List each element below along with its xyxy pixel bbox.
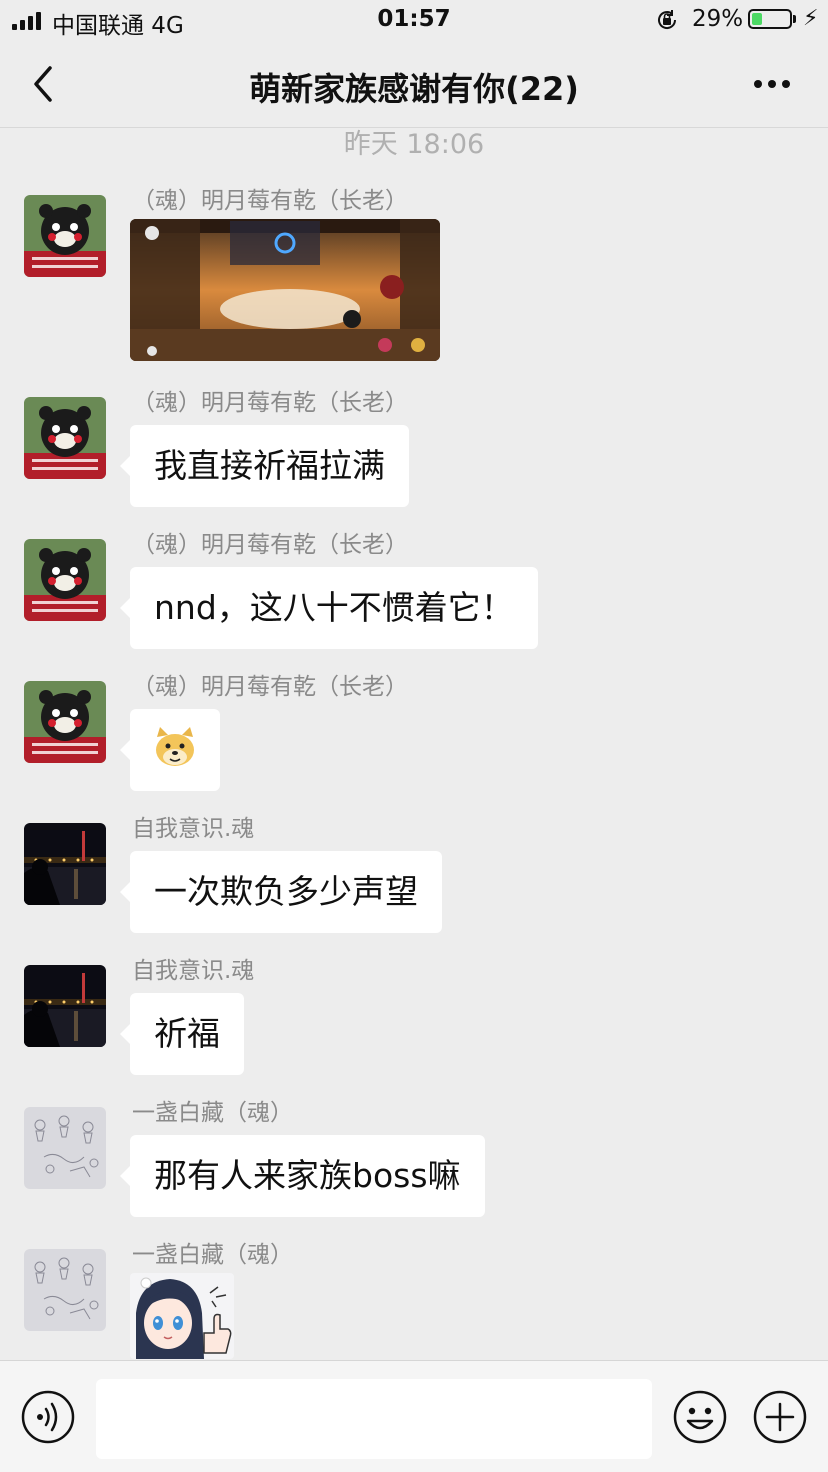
chat-title: 萌新家族感谢有你(22) [249,70,579,108]
sender-name: （魂）明月莓有乾（长老） [132,532,408,558]
nav-bar: 萌新家族感谢有你(22) [0,44,828,128]
input-bar [0,1360,828,1472]
doge-emoji-icon [156,727,194,766]
game-scene-icon [130,219,440,361]
sender-name: 一盏白藏（魂） [132,1242,293,1268]
charging-icon: ⚡ [803,6,819,31]
anime-sticker-image[interactable] [130,1273,234,1359]
voice-icon[interactable] [20,1389,76,1445]
sketch-avatar-icon [24,1107,106,1189]
message-timestamp: 昨天 18:06 [343,129,485,160]
plus-circle-icon[interactable] [752,1389,808,1445]
rotation-lock-icon [658,10,677,29]
message-input[interactable] [96,1379,652,1459]
sender-name: 自我意识.魂 [132,816,255,842]
message-bubble[interactable]: 一次欺负多少声望 [120,851,442,933]
smiley-icon[interactable] [672,1389,728,1445]
message-bubble[interactable]: nnd，这八十不惯着它！ [120,567,538,649]
sender-name: （魂）明月莓有乾（长老） [132,674,408,700]
sender-name: （魂）明月莓有乾（长老） [132,188,408,214]
message-bubble[interactable]: 那有人来家族boss嘛 [120,1135,485,1217]
avatar[interactable] [24,397,106,479]
avatar[interactable] [24,823,106,905]
sender-name: （魂）明月莓有乾（长老） [132,390,408,416]
kumamon-avatar-icon [24,539,106,621]
avatar[interactable] [24,1107,106,1189]
battery-percent: 29% [692,6,744,32]
sender-name: 一盏白藏（魂） [132,1100,293,1126]
status-bar: 中国联通 4G 01:57 29% ⚡ [0,0,828,44]
avatar[interactable] [24,965,106,1047]
battery-nub [793,15,796,23]
night-bridge-avatar-icon [24,965,106,1047]
message-bubble[interactable]: 祈福 [120,993,244,1075]
game-screenshot-image[interactable] [130,219,440,361]
avatar[interactable] [24,195,106,277]
kumamon-avatar-icon [24,397,106,479]
emoji-bubble[interactable] [120,709,220,791]
kumamon-avatar-icon [24,681,106,763]
kumamon-avatar-icon [24,195,106,277]
more-dots-icon[interactable] [748,72,796,96]
avatar[interactable] [24,539,106,621]
anime-girl-thumbs-up-icon [130,1273,234,1359]
night-bridge-avatar-icon [24,823,106,905]
sender-name: 自我意识.魂 [132,958,255,984]
sketch-avatar-icon [24,1249,106,1331]
message-bubble[interactable]: 我直接祈福拉满 [120,425,409,507]
avatar[interactable] [24,681,106,763]
avatar[interactable] [24,1249,106,1331]
battery-icon [748,9,792,29]
battery-fill [752,13,762,25]
